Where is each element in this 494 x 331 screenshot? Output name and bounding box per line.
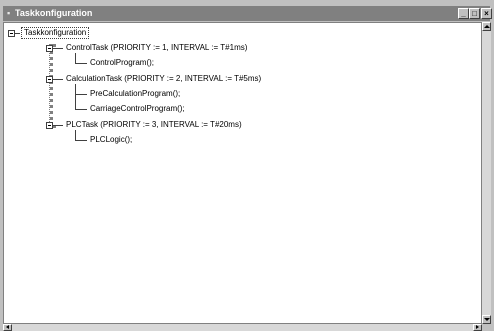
task-collapse-icon[interactable] xyxy=(46,45,53,52)
scroll-up-button[interactable] xyxy=(482,22,491,31)
minimize-button[interactable]: _ xyxy=(458,8,469,19)
program-item-precalculationprogram[interactable]: PreCalculationProgram(); xyxy=(90,89,180,99)
root-collapse-icon[interactable] xyxy=(8,30,15,37)
horizontal-scrollbar[interactable] xyxy=(3,324,482,331)
scroll-down-button[interactable] xyxy=(482,315,491,324)
tree-connector xyxy=(53,79,63,80)
arrow-right-icon xyxy=(476,325,479,329)
scroll-right-button[interactable] xyxy=(473,324,482,331)
tree-connector xyxy=(53,48,63,49)
tree-view[interactable]: Taskkonfiguration ControlTask (PRIORITY … xyxy=(3,22,482,324)
arrow-up-icon xyxy=(484,25,490,28)
tree-connector xyxy=(75,130,76,140)
program-item-plclogic[interactable]: PLCLogic(); xyxy=(90,135,132,145)
task-item-calculationtask[interactable]: CalculationTask (PRIORITY := 2, INTERVAL… xyxy=(66,74,261,84)
maximize-button[interactable]: □ xyxy=(469,8,480,19)
title-bar[interactable]: ▪ Taskkonfiguration _ □ × xyxy=(3,6,492,21)
tree-connector xyxy=(49,44,53,128)
tree-connector xyxy=(75,53,76,63)
tree-connector xyxy=(75,140,87,141)
system-menu-icon[interactable]: ▪ xyxy=(7,9,13,18)
program-item-controlprogram[interactable]: ControlProgram(); xyxy=(90,58,154,68)
arrow-left-icon xyxy=(6,325,9,329)
window-title: Taskkonfiguration xyxy=(15,8,93,18)
scroll-left-button[interactable] xyxy=(3,324,12,331)
tree-connector xyxy=(75,84,76,109)
size-grip[interactable] xyxy=(482,324,491,331)
taskkonfiguration-window: ▪ Taskkonfiguration _ □ × Taskkonfigurat… xyxy=(0,0,494,331)
tree-connector xyxy=(53,125,63,126)
tree-connector xyxy=(75,94,87,95)
task-collapse-icon[interactable] xyxy=(46,122,53,129)
tree-root-item[interactable]: Taskkonfiguration xyxy=(20,27,90,39)
task-collapse-icon[interactable] xyxy=(46,76,53,83)
tree-connector xyxy=(75,109,87,110)
task-tree: Taskkonfiguration ControlTask (PRIORITY … xyxy=(4,23,481,323)
close-button[interactable]: × xyxy=(481,8,492,19)
task-item-plctask[interactable]: PLCTask (PRIORITY := 3, INTERVAL := T#20… xyxy=(66,120,242,130)
tree-connector xyxy=(75,63,87,64)
tree-connector xyxy=(15,33,20,34)
task-item-controltask[interactable]: ControlTask (PRIORITY := 1, INTERVAL := … xyxy=(66,43,247,53)
arrow-down-icon xyxy=(484,318,490,321)
program-item-carriagecontrolprogram[interactable]: CarriageControlProgram(); xyxy=(90,104,185,114)
vertical-scrollbar[interactable] xyxy=(482,22,491,324)
